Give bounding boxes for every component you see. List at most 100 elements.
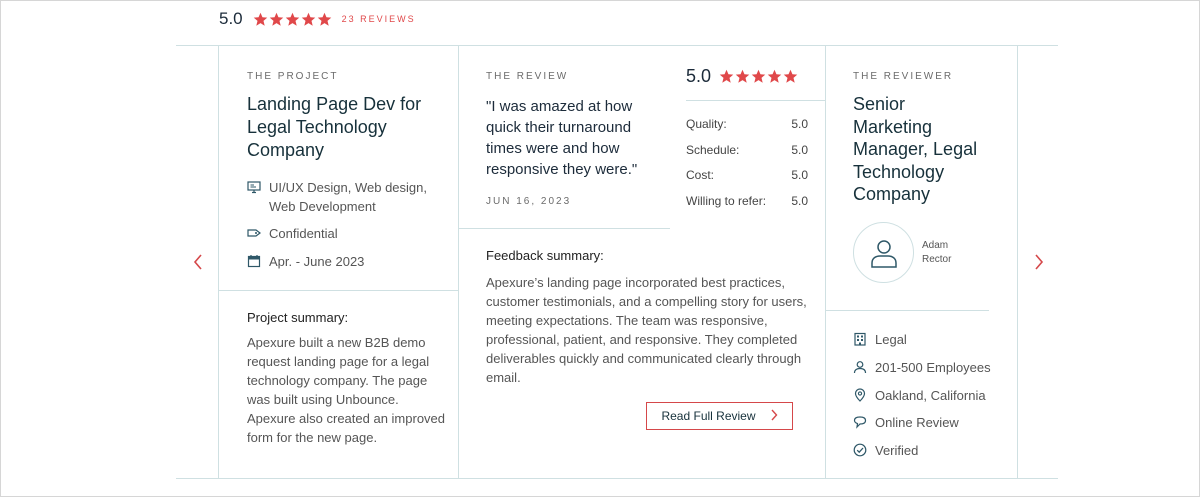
project-eyebrow: THE PROJECT xyxy=(247,71,339,82)
reviewer-title-line: Manager, Legal xyxy=(853,139,978,159)
col-divider-4 xyxy=(1017,45,1018,478)
project-title-line: Company xyxy=(247,140,325,160)
verified-value: Verified xyxy=(875,443,919,458)
reviewer-name-line: Adam xyxy=(922,240,949,251)
ratings-divider xyxy=(686,100,825,101)
summary-line: was built using Unbounce. xyxy=(247,392,399,407)
col-divider-2 xyxy=(458,45,459,478)
star-icon xyxy=(751,69,766,83)
dates-value: Apr. - June 2023 xyxy=(269,254,365,269)
reviewer-title-line: Technology xyxy=(853,161,945,182)
quote-line: quick their turnaround xyxy=(486,119,632,136)
project-budget: Confidential xyxy=(247,224,338,243)
company-size-value: 201-500 Employees xyxy=(875,360,991,375)
services-line: Web Development xyxy=(269,199,376,214)
project-title: Landing Page Dev for Legal Technology Co… xyxy=(247,93,447,162)
feedback-summary-text: Apexure’s landing page incorporated best… xyxy=(486,273,816,387)
reviewer-name: Adam Rector xyxy=(922,239,982,267)
review-quote: "I was amazed at how quick their turnaro… xyxy=(486,96,666,180)
chat-bubble-icon xyxy=(853,415,867,429)
summary-line: technology company. The page xyxy=(247,373,428,388)
reviews-count-link[interactable]: 23 REVIEWS xyxy=(342,14,416,24)
prev-review-button[interactable] xyxy=(192,253,206,271)
rating-label: Schedule: xyxy=(686,143,740,157)
reviewer-name-line: Rector xyxy=(922,254,952,265)
project-title-line: Legal Technology xyxy=(247,117,387,137)
reviewer-title-line: Senior xyxy=(853,94,906,114)
tag-icon xyxy=(247,226,261,240)
building-icon xyxy=(853,332,867,346)
reviewer-eyebrow: THE REVIEWER xyxy=(853,71,954,82)
review-rating: 5.0 xyxy=(686,66,798,87)
star-icon xyxy=(285,12,299,26)
star-icon xyxy=(735,69,750,83)
rating-row-refer: Willing to refer: 5.0 xyxy=(686,194,808,208)
summary-line: Apexure built a new B2B demo xyxy=(247,335,426,350)
project-dates: Apr. - June 2023 xyxy=(247,252,364,271)
reviewer-title-line: Company xyxy=(853,184,931,204)
rating-row-schedule: Schedule: 5.0 xyxy=(686,143,808,157)
feedback-summary-heading: Feedback summary: xyxy=(486,248,604,263)
top-divider xyxy=(176,45,1058,46)
rating-value: 5.0 xyxy=(791,194,808,208)
user-avatar-icon xyxy=(870,239,897,268)
reviewer-industry: Legal xyxy=(853,330,907,349)
summary-line: form for the new page. xyxy=(247,430,378,445)
review-stars xyxy=(719,69,798,84)
review-divider xyxy=(458,228,670,229)
overall-rating-bar: 5.0 23 REVIEWS xyxy=(219,9,416,29)
read-full-review-button[interactable]: Read Full Review xyxy=(646,402,793,430)
rating-value: 5.0 xyxy=(791,117,808,131)
quote-line: "I was amazed at how xyxy=(486,98,633,115)
review-type-value: Online Review xyxy=(875,415,959,430)
feedback-line: deliverables quickly and communicated cl… xyxy=(486,351,802,366)
budget-value: Confidential xyxy=(269,226,338,241)
read-full-review-label: Read Full Review xyxy=(661,409,756,423)
project-divider xyxy=(218,290,458,291)
review-score: 5.0 xyxy=(686,66,712,86)
rating-row-quality: Quality: 5.0 xyxy=(686,117,808,131)
person-icon xyxy=(853,360,867,374)
review-eyebrow: THE REVIEW xyxy=(486,71,569,82)
services-line: UI/UX Design, Web design, xyxy=(269,180,427,195)
star-icon xyxy=(719,69,734,83)
rating-value: 5.0 xyxy=(791,143,808,157)
location-value: Oakland, California xyxy=(875,388,986,403)
feedback-line: email. xyxy=(486,370,521,385)
project-title-line: Landing Page Dev for xyxy=(247,94,422,114)
feedback-line: professional, patient, and responsive. T… xyxy=(486,332,798,347)
rating-value: 5.0 xyxy=(791,168,808,182)
avatar xyxy=(853,222,914,283)
review-date: JUN 16, 2023 xyxy=(486,196,572,207)
project-summary-text: Apexure built a new B2B demo request lan… xyxy=(247,333,452,447)
feedback-line: customer testimonials, and a compelling … xyxy=(486,294,807,309)
rating-row-cost: Cost: 5.0 xyxy=(686,168,808,182)
col-divider-1 xyxy=(218,45,219,478)
chevron-left-icon xyxy=(193,254,202,270)
overall-score: 5.0 xyxy=(219,9,243,28)
reviewer-title-line: Marketing xyxy=(853,116,933,137)
next-review-button[interactable] xyxy=(1032,253,1046,271)
quote-line: times were and how xyxy=(486,140,620,157)
project-services: UI/UX Design, Web design, Web Developmen… xyxy=(247,178,427,216)
bottom-divider xyxy=(176,478,1058,479)
location-pin-icon xyxy=(853,388,867,402)
reviewer-divider xyxy=(825,310,989,311)
rating-label: Cost: xyxy=(686,168,715,182)
star-icon xyxy=(783,69,798,83)
reviewer-verified: Verified xyxy=(853,441,918,460)
calendar-icon xyxy=(247,254,261,268)
check-circle-icon xyxy=(853,443,867,457)
star-icon xyxy=(269,12,283,26)
quote-line: responsive they were." xyxy=(486,161,638,178)
star-icon xyxy=(317,12,331,26)
overall-stars xyxy=(253,12,332,27)
reviewer-location: Oakland, California xyxy=(853,386,986,405)
star-icon xyxy=(767,69,782,83)
col-divider-3 xyxy=(825,45,826,478)
summary-line: Apexure also created an improved xyxy=(247,411,446,426)
star-icon xyxy=(253,12,267,26)
project-summary-heading: Project summary: xyxy=(247,310,349,325)
rating-label: Quality: xyxy=(686,117,727,131)
chevron-right-icon xyxy=(1035,254,1044,270)
